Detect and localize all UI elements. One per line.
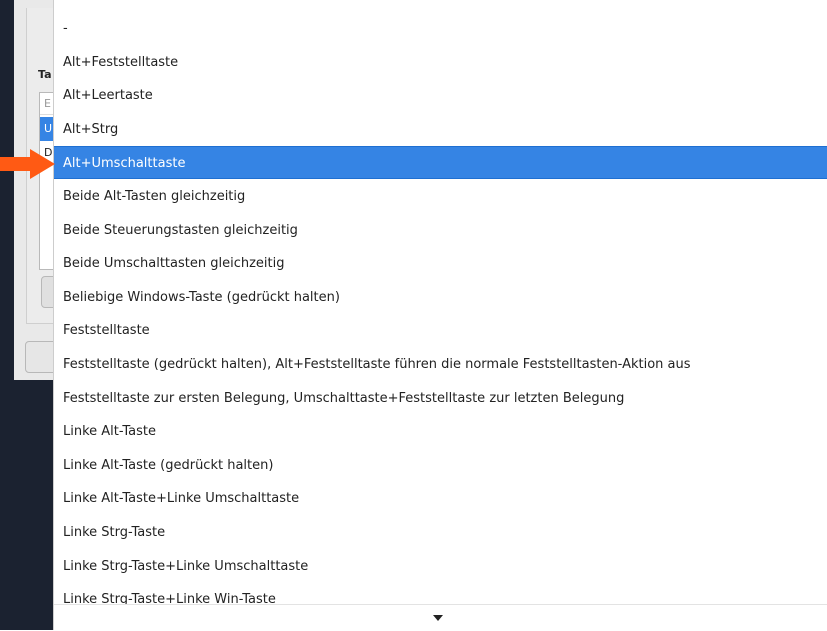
dropdown-item[interactable]: Beliebige Windows-Taste (gedrückt halten… (54, 281, 827, 314)
dropdown-item[interactable]: Beide Alt-Tasten gleichzeitig (54, 180, 827, 213)
arrow-right-icon (0, 149, 55, 179)
dropdown-item[interactable]: Linke Alt-Taste (gedrückt halten) (54, 449, 827, 482)
group-label: Ta (38, 68, 52, 81)
dropdown-item[interactable]: Alt+Feststelltaste (54, 46, 827, 79)
dropdown-item[interactable]: Alt+Leertaste (54, 79, 827, 112)
dropdown-item[interactable]: Linke Alt-Taste+Linke Umschalttaste (54, 482, 827, 515)
dropdown-item[interactable]: Beide Steuerungstasten gleichzeitig (54, 214, 827, 247)
dropdown-item[interactable]: Feststelltaste (54, 314, 827, 347)
scroll-down-area[interactable] (54, 604, 827, 631)
dropdown-item[interactable]: Linke Strg-Taste (54, 516, 827, 549)
dropdown-item[interactable]: Linke Alt-Taste (54, 415, 827, 448)
chevron-down-icon[interactable] (431, 612, 445, 624)
dropdown-item[interactable]: Feststelltaste (gedrückt halten), Alt+Fe… (54, 348, 827, 381)
dropdown-item[interactable]: Alt+Strg (54, 113, 827, 146)
dropdown-item[interactable]: Linke Strg-Taste+Linke Umschalttaste (54, 550, 827, 583)
desktop-background-lower (0, 380, 60, 630)
dropdown-item-selected[interactable]: Alt+Umschalttaste (54, 146, 827, 180)
dropdown-item[interactable]: Beide Umschalttasten gleichzeitig (54, 247, 827, 280)
dropdown-item[interactable]: - (54, 12, 827, 45)
dropdown-item[interactable]: Feststelltaste zur ersten Belegung, Umsc… (54, 382, 827, 415)
dropdown-popup-list[interactable]: - Alt+Feststelltaste Alt+Leertaste Alt+Strg… (53, 0, 827, 631)
